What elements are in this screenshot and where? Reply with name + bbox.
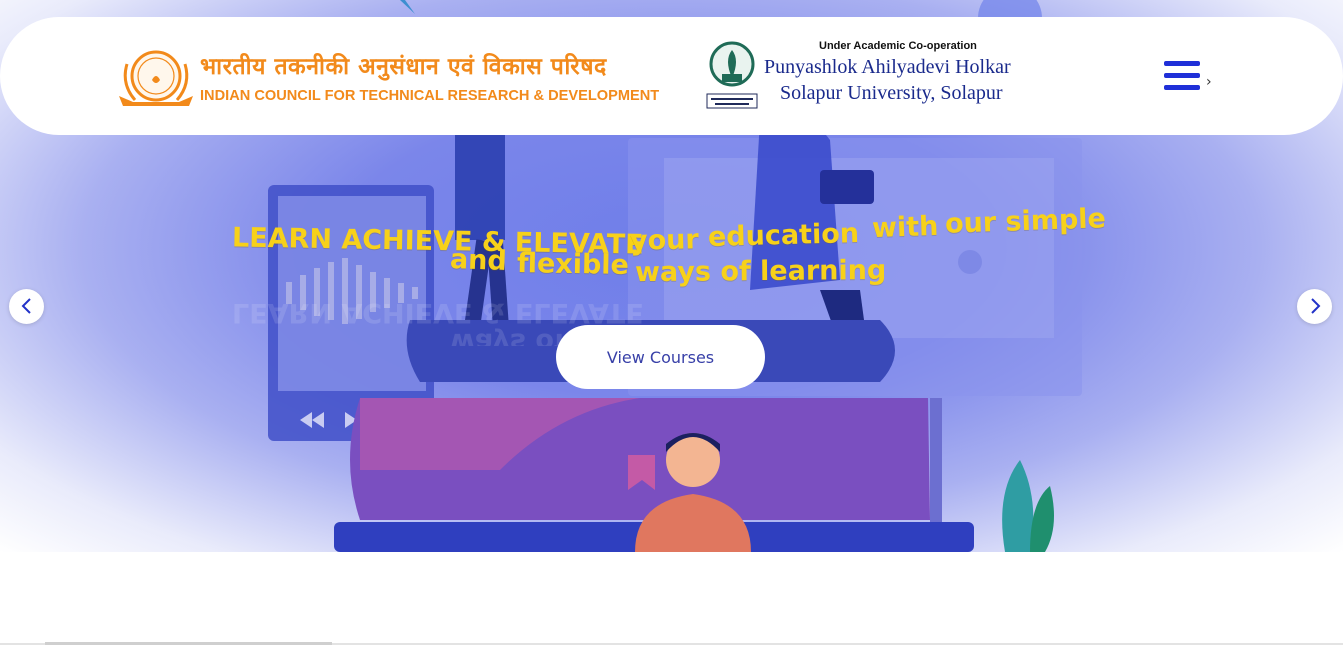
headline-part-2: your [629,224,700,257]
headline-part-4: with [871,210,939,245]
headline-reflection-line-1: LEARN ACHIEVE & ELEVATE [232,297,644,328]
headline-part-8: ways of learning [634,254,887,289]
menu-chevron-icon[interactable]: › [1206,74,1212,90]
ictrd-english-name: INDIAN COUNCIL FOR TECHNICAL RESEARCH & … [200,88,660,104]
view-courses-button[interactable]: View Courses [556,325,765,389]
headline-part-5: our simple [944,203,1107,240]
university-name-line-1: Punyashlok Ahilyadevi Holkar [764,56,1011,78]
ictrd-logo[interactable] [115,46,197,112]
hamburger-icon[interactable] [1164,61,1200,92]
chevron-left-icon [21,298,31,314]
headline-part-6: and [449,244,508,277]
slider-next-button[interactable] [1297,289,1332,324]
headline-part-7: flexible [516,248,630,281]
university-logo[interactable] [705,40,759,110]
ictrd-hindi-name: भारतीय तकनीकी अनुसंधान एवं विकास परिषद [200,54,607,80]
slider-prev-button[interactable] [9,289,44,324]
headline-part-3: education [707,218,860,253]
chevron-right-icon [1311,298,1321,314]
university-name-line-2: Solapur University, Solapur [780,82,1003,104]
page: LEARN ACHIEVE & ELEVATE your education w… [0,0,1343,645]
cooperation-label: Under Academic Co-operation [819,40,977,52]
